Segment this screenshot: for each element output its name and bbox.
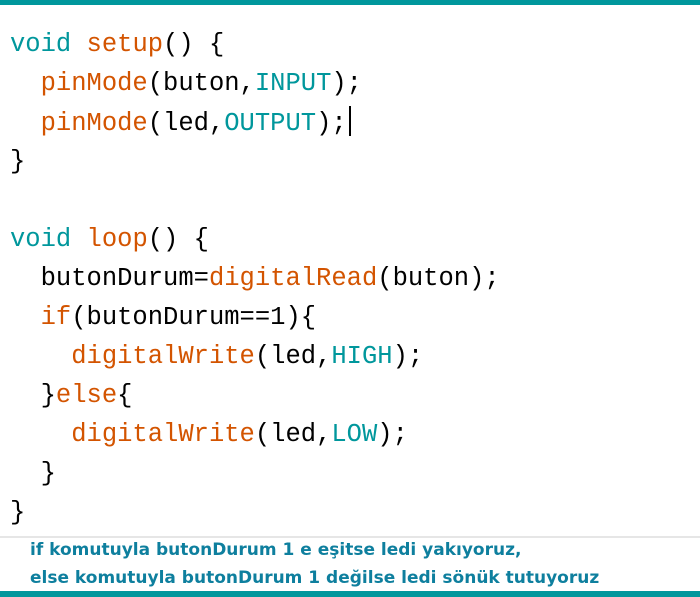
code-token: pinMode bbox=[40, 69, 148, 98]
code-line[interactable]: }else{ bbox=[10, 379, 133, 413]
code-token: (butonDurum==1){ bbox=[71, 303, 317, 332]
code-line[interactable]: digitalWrite(led,LOW); bbox=[10, 418, 408, 452]
code-token: OUTPUT bbox=[224, 109, 317, 138]
code-token: ); bbox=[316, 109, 347, 138]
code-line[interactable]: } bbox=[10, 457, 56, 491]
code-token: (led, bbox=[147, 109, 225, 138]
code-token: } bbox=[10, 498, 26, 527]
code-token: HIGH bbox=[331, 342, 393, 371]
code-line[interactable]: pinMode(led,OUTPUT); bbox=[10, 106, 351, 140]
code-token: if bbox=[40, 303, 72, 332]
code-token: { bbox=[117, 381, 133, 410]
code-token: digitalRead bbox=[208, 264, 378, 293]
code-token: LOW bbox=[331, 420, 378, 449]
caption-line-2: else komutuyla butonDurum 1 değilse ledi… bbox=[30, 568, 600, 588]
code-token: (led, bbox=[254, 342, 332, 371]
text-cursor bbox=[348, 106, 351, 136]
code-token: pinMode bbox=[40, 109, 148, 138]
code-token: digitalWrite bbox=[71, 342, 255, 371]
code-token: loop bbox=[86, 225, 148, 254]
code-editor[interactable]: void setup() { pinMode(buton,INPUT); pin… bbox=[0, 5, 700, 536]
code-token: ); bbox=[331, 69, 362, 98]
code-token: ); bbox=[377, 420, 408, 449]
code-token: () { bbox=[147, 225, 209, 254]
code-token: void bbox=[10, 225, 72, 254]
code-line[interactable]: void loop() { bbox=[10, 223, 209, 257]
code-token: () { bbox=[163, 30, 225, 59]
code-line[interactable]: butonDurum=digitalRead(buton); bbox=[10, 262, 500, 296]
code-token: ); bbox=[392, 342, 424, 371]
code-line[interactable]: if(butonDurum==1){ bbox=[10, 301, 316, 335]
caption-band: if komutuyla butonDurum 1 e eşitse ledi … bbox=[0, 538, 700, 591]
code-token: (buton); bbox=[377, 264, 500, 293]
code-line[interactable]: } bbox=[10, 145, 25, 179]
code-token: setup bbox=[86, 30, 164, 59]
code-line[interactable]: void setup() { bbox=[10, 28, 224, 62]
code-line[interactable]: digitalWrite(led,HIGH); bbox=[10, 340, 423, 374]
code-token: butonDurum= bbox=[10, 264, 209, 293]
code-line[interactable]: } bbox=[10, 496, 25, 530]
code-token: } bbox=[10, 147, 26, 176]
code-token: INPUT bbox=[254, 69, 332, 98]
code-token: digitalWrite bbox=[71, 420, 255, 449]
code-token: (led, bbox=[254, 420, 332, 449]
code-line[interactable]: pinMode(buton,INPUT); bbox=[10, 67, 362, 101]
caption-line-1: if komutuyla butonDurum 1 e eşitse ledi … bbox=[30, 540, 522, 560]
code-token: } bbox=[10, 381, 56, 410]
code-token: (buton, bbox=[147, 69, 255, 98]
code-token: void bbox=[10, 30, 72, 59]
bottom-frame-rule bbox=[0, 591, 700, 597]
code-token: } bbox=[10, 459, 56, 488]
code-token: else bbox=[55, 381, 118, 410]
